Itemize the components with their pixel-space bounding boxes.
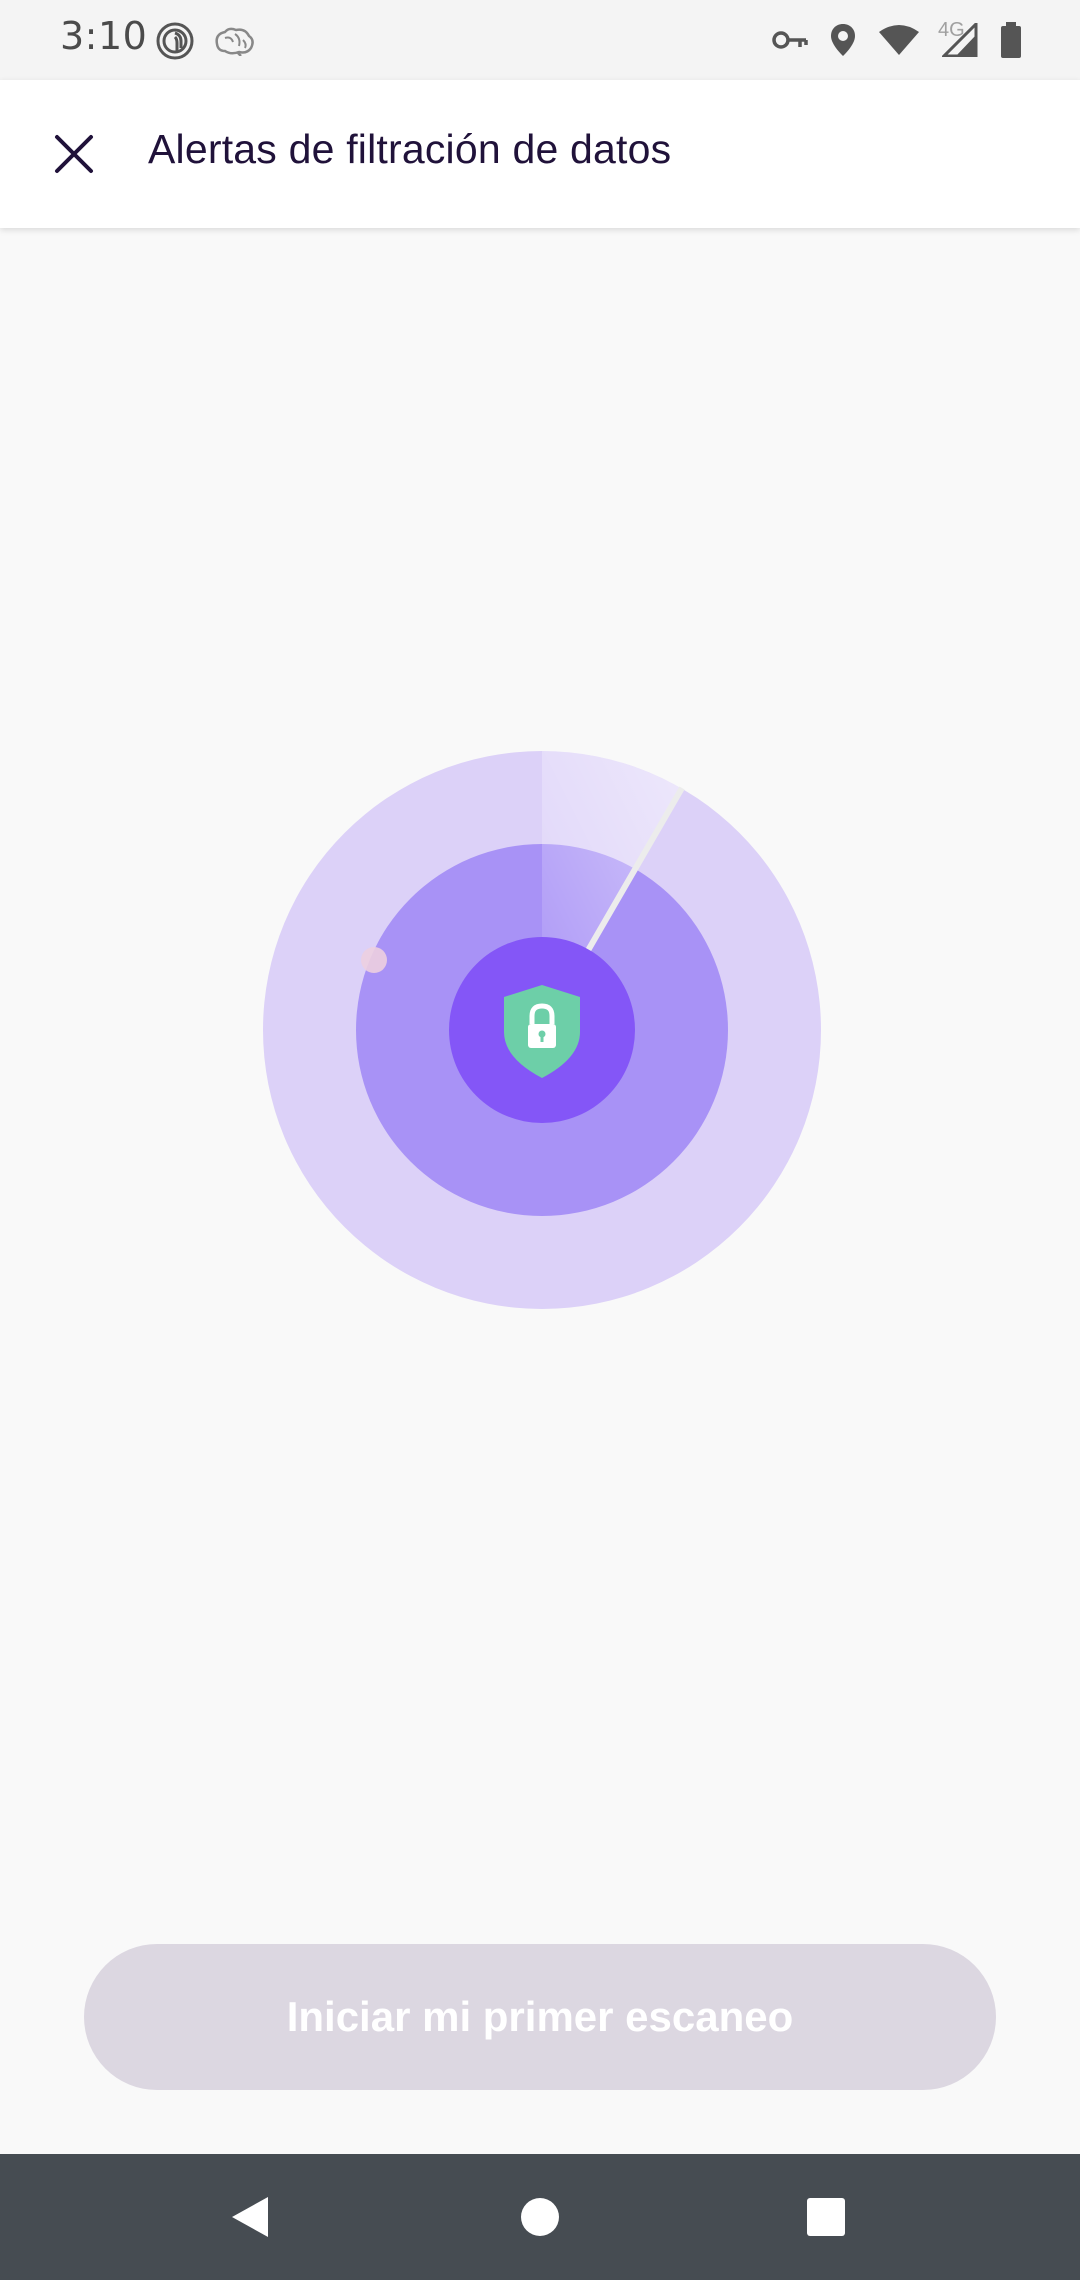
vpn-key-icon [772, 31, 808, 49]
page-title: Alertas de filtración de datos [148, 126, 672, 172]
cellular-signal: 4G [938, 19, 978, 57]
back-icon [232, 2197, 268, 2237]
home-icon [521, 2198, 559, 2236]
fingerprint-app-icon [156, 22, 194, 60]
radar-scan-illustration [263, 751, 821, 1309]
recents-icon [807, 2198, 845, 2236]
status-left-icons [155, 18, 255, 64]
close-button[interactable] [32, 112, 116, 196]
nav-back-button[interactable] [200, 2174, 300, 2260]
brain-app-icon [215, 27, 254, 56]
status-right-icons: 4G [772, 16, 1022, 64]
nav-home-button[interactable] [490, 2174, 590, 2260]
nav-recents-button[interactable] [776, 2174, 876, 2260]
status-time: 3:10 [60, 14, 148, 58]
status-bar: 3:10 4G [0, 0, 1080, 80]
battery-icon [1001, 22, 1021, 58]
system-nav-bar [0, 2154, 1080, 2280]
radar-blip [361, 947, 387, 973]
app-bar: Alertas de filtración de datos [0, 80, 1080, 228]
location-icon [831, 24, 855, 56]
network-type-label: 4G [938, 19, 965, 41]
start-first-scan-button[interactable]: Iniciar mi primer escaneo [84, 1944, 996, 2090]
close-icon [55, 135, 93, 173]
wifi-icon [879, 25, 919, 55]
